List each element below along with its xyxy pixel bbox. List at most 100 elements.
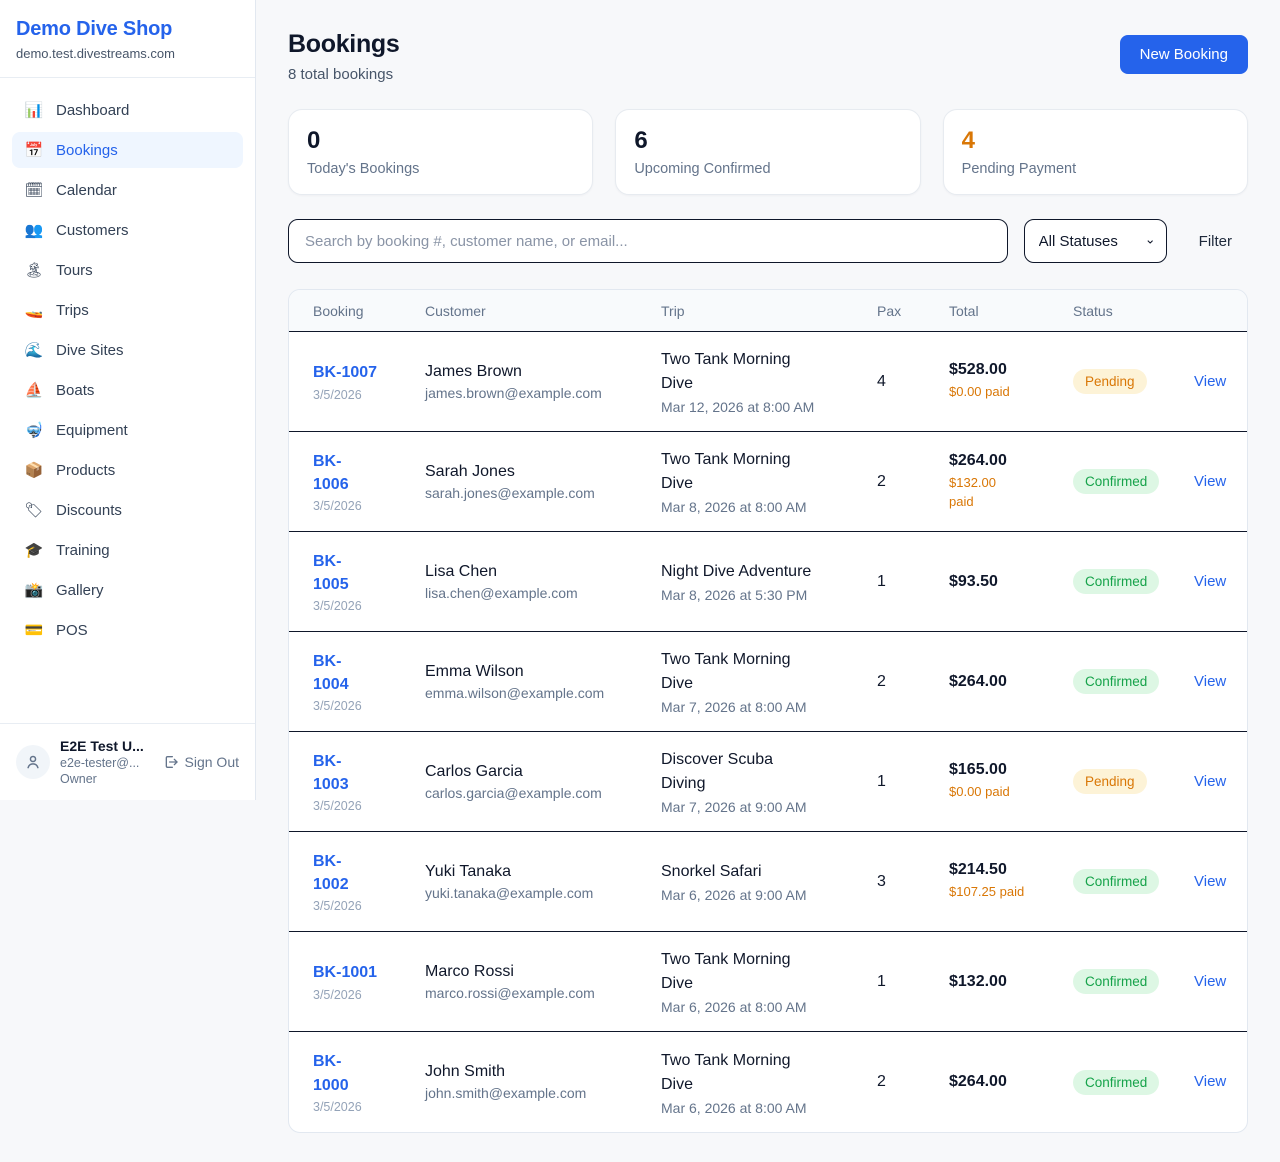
booking-id-link[interactable]: BK-1001 <box>313 961 413 984</box>
camera-icon: 📸 <box>24 581 44 599</box>
filter-button[interactable]: Filter <box>1199 233 1232 250</box>
booking-date: 3/5/2026 <box>313 499 413 513</box>
sidebar-item-dashboard[interactable]: 📊Dashboard <box>12 92 243 128</box>
booking-date: 3/5/2026 <box>313 388 413 402</box>
stat-label: Pending Payment <box>962 161 1229 177</box>
booking-id-link[interactable]: BK-1007 <box>313 361 413 384</box>
total-amount: $264.00 <box>949 452 1061 470</box>
sidebar-item-label: Customers <box>56 222 129 239</box>
customer-name: Emma Wilson <box>425 663 649 681</box>
sidebar-item-label: Training <box>56 542 110 559</box>
new-booking-button[interactable]: New Booking <box>1120 35 1248 74</box>
status-badge: Confirmed <box>1073 469 1159 494</box>
sidebar-item-label: Dashboard <box>56 102 129 119</box>
island-icon: 🏝 <box>24 261 44 279</box>
column-header-total: Total <box>949 303 1073 319</box>
filter-bar: All Statuses ⌄ Filter <box>288 219 1248 263</box>
booking-id-link[interactable]: BK- 1004 <box>313 650 413 696</box>
status-filter-select[interactable]: All Statuses <box>1024 219 1167 263</box>
view-link[interactable]: View <box>1194 473 1226 490</box>
sign-out-label: Sign Out <box>185 754 239 770</box>
sidebar-item-products[interactable]: 📦Products <box>12 452 243 488</box>
customer-cell: John Smith john.smith@example.com <box>425 1063 661 1101</box>
sidebar-item-boats[interactable]: ⛵Boats <box>12 372 243 408</box>
booking-date: 3/5/2026 <box>313 899 413 913</box>
sidebar-nav: 📊Dashboard📅Bookings🗓Calendar👥Customers🏝T… <box>0 78 255 723</box>
booking-cell: BK-1001 3/5/2026 <box>313 961 425 1001</box>
sidebar-item-tours[interactable]: 🏝Tours <box>12 252 243 288</box>
pax-value: 2 <box>877 673 949 691</box>
stat-label: Upcoming Confirmed <box>634 161 901 177</box>
total-cell: $132.00 <box>949 973 1073 991</box>
customer-name: Sarah Jones <box>425 463 649 481</box>
view-link[interactable]: View <box>1194 673 1226 690</box>
user-box: E2E Test U... e2e-tester@... Owner Sign … <box>0 723 255 800</box>
sign-out-button[interactable]: Sign Out <box>163 754 239 770</box>
status-badge: Confirmed <box>1073 969 1159 994</box>
paid-amount: $107.25 paid <box>949 883 1061 902</box>
customer-name: John Smith <box>425 1063 649 1081</box>
trip-name: Two Tank Morning Dive <box>661 1049 865 1097</box>
trip-name: Two Tank Morning Dive <box>661 448 865 496</box>
booking-date: 3/5/2026 <box>313 799 413 813</box>
sidebar-item-dive-sites[interactable]: 🌊Dive Sites <box>12 332 243 368</box>
sidebar-item-trips[interactable]: 🚤Trips <box>12 292 243 328</box>
stat-label: Today's Bookings <box>307 161 574 177</box>
total-amount: $165.00 <box>949 761 1061 779</box>
total-cell: $264.00 <box>949 673 1073 691</box>
total-amount: $528.00 <box>949 361 1061 379</box>
speedboat-icon: 🚤 <box>24 301 44 319</box>
customer-name: Carlos Garcia <box>425 763 649 781</box>
sidebar-item-customers[interactable]: 👥 Customers <box>12 212 243 248</box>
pax-value: 1 <box>877 573 949 591</box>
user-meta: E2E Test U... e2e-tester@... Owner <box>60 738 153 786</box>
view-link[interactable]: View <box>1194 973 1226 990</box>
status-cell: Pending <box>1073 769 1194 794</box>
booking-cell: BK-1007 3/5/2026 <box>313 361 425 401</box>
customer-cell: Carlos Garcia carlos.garcia@example.com <box>425 763 661 801</box>
view-link[interactable]: View <box>1194 873 1226 890</box>
customer-cell: Lisa Chen lisa.chen@example.com <box>425 563 661 601</box>
person-icon <box>24 753 42 771</box>
sidebar-item-pos[interactable]: 💳POS <box>12 612 243 648</box>
people-icon: 👥 <box>24 221 44 239</box>
trip-name: Two Tank Morning Dive <box>661 648 865 696</box>
table-row: BK- 1003 3/5/2026 Carlos Garcia carlos.g… <box>289 732 1247 832</box>
booking-id-link[interactable]: BK- 1000 <box>313 1050 413 1096</box>
trip-name: Two Tank Morning Dive <box>661 348 865 396</box>
sidebar-item-label: Discounts <box>56 502 122 519</box>
booking-id-link[interactable]: BK- 1003 <box>313 750 413 796</box>
sidebar-item-discounts[interactable]: 🏷Discounts <box>12 492 243 528</box>
booking-id-link[interactable]: BK- 1002 <box>313 850 413 896</box>
sidebar-item-training[interactable]: 🎓 Training <box>12 532 243 568</box>
booking-id-link[interactable]: BK- 1005 <box>313 550 413 596</box>
stat-card-upcoming-confirmed: 6 Upcoming Confirmed <box>615 109 920 195</box>
status-cell: Confirmed <box>1073 869 1194 894</box>
sidebar: Demo Dive Shop demo.test.divestreams.com… <box>0 0 256 800</box>
search-input[interactable] <box>288 219 1008 263</box>
page-title-block: Bookings 8 total bookings <box>288 30 400 83</box>
view-link[interactable]: View <box>1194 773 1226 790</box>
graduation-cap-icon: 🎓 <box>24 541 44 559</box>
shop-name: Demo Dive Shop <box>16 18 239 41</box>
sidebar-item-gallery[interactable]: 📸Gallery <box>12 572 243 608</box>
pax-value: 1 <box>877 773 949 791</box>
view-link[interactable]: View <box>1194 573 1226 590</box>
booking-id-link[interactable]: BK- 1006 <box>313 450 413 496</box>
customer-cell: Sarah Jones sarah.jones@example.com <box>425 463 661 501</box>
calendar-icon: 📅 <box>24 141 44 159</box>
sidebar-item-calendar[interactable]: 🗓Calendar <box>12 172 243 208</box>
sidebar-item-bookings[interactable]: 📅Bookings <box>12 132 243 168</box>
sidebar-item-equipment[interactable]: 🤿Equipment <box>12 412 243 448</box>
status-cell: Confirmed <box>1073 1070 1194 1095</box>
trip-cell: Two Tank Morning Dive Mar 12, 2026 at 8:… <box>661 348 877 415</box>
trip-name: Night Dive Adventure <box>661 560 865 584</box>
view-link[interactable]: View <box>1194 1073 1226 1090</box>
stat-value: 6 <box>634 127 901 155</box>
pax-value: 1 <box>877 973 949 991</box>
avatar <box>16 745 50 779</box>
bookings-table: BookingCustomerTripPaxTotalStatus BK-100… <box>288 289 1248 1133</box>
column-header-pax: Pax <box>877 303 949 319</box>
booking-cell: BK- 1003 3/5/2026 <box>313 750 425 813</box>
view-link[interactable]: View <box>1194 373 1226 390</box>
